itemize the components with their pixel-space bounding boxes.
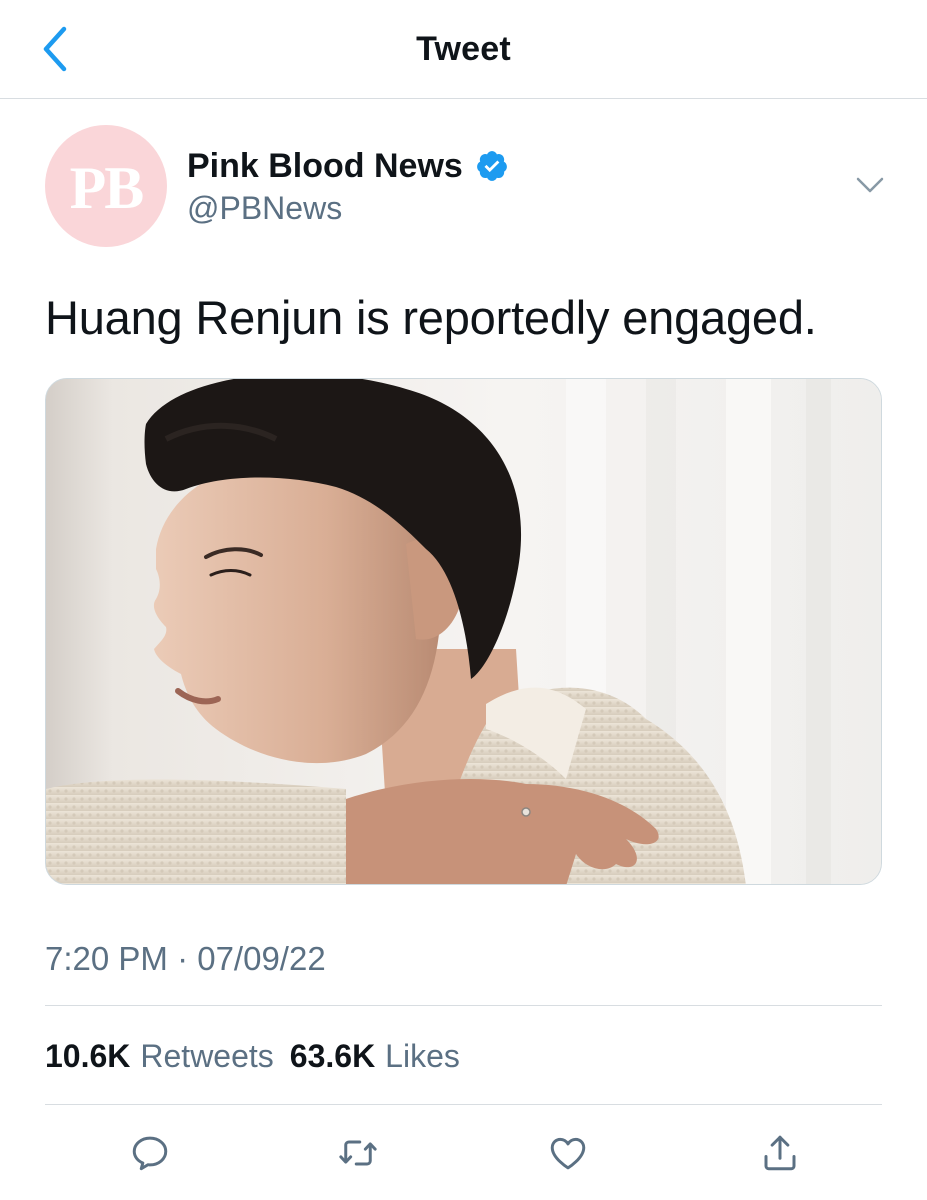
- likes-stat[interactable]: 63.6K Likes: [290, 1038, 460, 1075]
- likes-count: 63.6K: [289, 1038, 376, 1074]
- reply-button[interactable]: [127, 1130, 173, 1176]
- chevron-down-icon: [856, 177, 884, 193]
- user-handle[interactable]: @PBNews: [187, 190, 342, 227]
- retweets-count: 10.6K: [45, 1038, 131, 1074]
- display-name-row: Pink Blood News: [187, 144, 509, 188]
- top-nav-bar: Tweet: [0, 0, 927, 99]
- avatar-initials: PB: [69, 154, 145, 221]
- display-name[interactable]: Pink Blood News: [187, 147, 463, 186]
- avatar[interactable]: PB: [45, 125, 167, 247]
- tweet-photo[interactable]: [45, 378, 882, 885]
- likes-label: Likes: [385, 1038, 460, 1074]
- share-button[interactable]: [757, 1130, 803, 1176]
- tweet-timestamp[interactable]: 7:20 PM · 07/09/22: [45, 940, 326, 978]
- share-icon: [764, 1135, 796, 1171]
- more-options-button[interactable]: [852, 170, 888, 200]
- engagement-stats: 10.6K Retweets 63.6K Likes: [45, 1038, 460, 1075]
- verified-badge-icon: [476, 151, 507, 181]
- divider: [45, 1005, 882, 1006]
- like-button[interactable]: [545, 1130, 591, 1176]
- reply-icon: [132, 1136, 168, 1171]
- photo-image: [46, 379, 881, 884]
- tweet-detail-screen: Tweet PB Pink Blood News @PBNews Huang R…: [0, 0, 927, 1200]
- retweets-stat[interactable]: 10.6K Retweets: [45, 1038, 274, 1075]
- page-title: Tweet: [416, 30, 511, 68]
- divider: [45, 1104, 882, 1105]
- retweet-button[interactable]: [335, 1130, 381, 1176]
- like-icon: [550, 1137, 586, 1170]
- retweet-icon: [339, 1140, 377, 1166]
- retweets-label: Retweets: [140, 1038, 274, 1074]
- tweet-text: Huang Renjun is reportedly engaged.: [45, 291, 817, 344]
